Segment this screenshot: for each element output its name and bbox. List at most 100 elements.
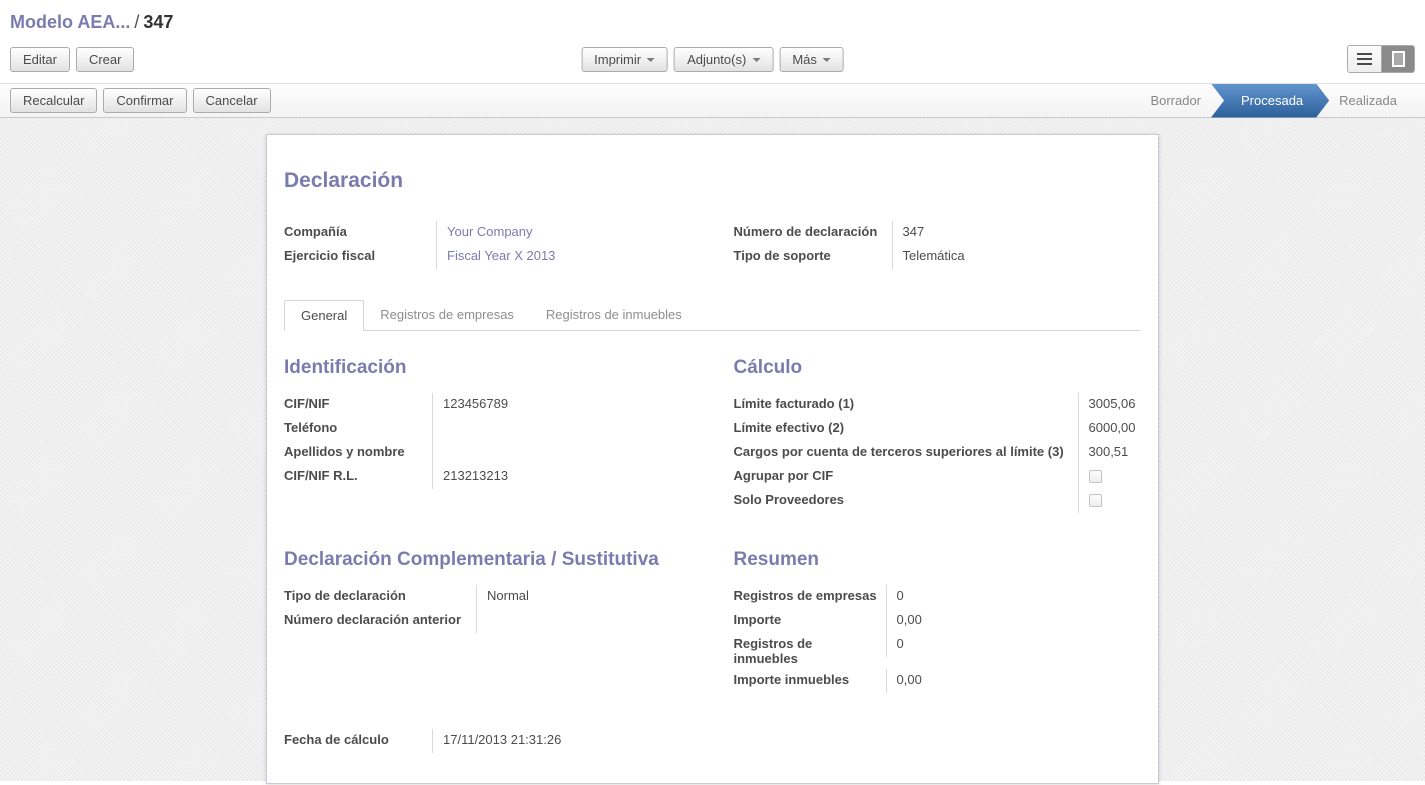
field-label: Ejercicio fiscal — [284, 245, 436, 266]
status-item: Realizada — [1321, 84, 1415, 118]
tab[interactable]: Registros de empresas — [364, 300, 530, 331]
field-row: Tipo de declaración Normal — [284, 585, 692, 609]
field-value: 123456789 — [432, 393, 692, 417]
field-label: Importe inmuebles — [734, 669, 886, 690]
status-item: Procesada — [1211, 84, 1329, 118]
tab-label: Registros de inmuebles — [546, 307, 682, 322]
recalculate-button[interactable]: Recalcular — [10, 88, 97, 113]
checkbox[interactable] — [1089, 494, 1102, 507]
field-value: 0 — [886, 585, 1142, 609]
breadcrumb: Modelo AEA.../347 — [10, 0, 1415, 39]
form-view-button[interactable] — [1381, 46, 1414, 72]
chevron-down-icon — [752, 58, 760, 62]
record-buttons: Editar Crear — [10, 47, 134, 72]
field-value: 0,00 — [886, 669, 1142, 693]
field-value-link[interactable]: Fiscal Year X 2013 — [436, 245, 692, 269]
footer-field-group: Fecha de cálculo 17/11/2013 21:31:26 — [284, 729, 1141, 753]
field-label: Cargos por cuenta de terceros superiores… — [734, 441, 1078, 462]
field-row: Teléfono — [284, 417, 692, 441]
field-value: 0,00 — [886, 609, 1142, 633]
field-value: 6000,00 — [1078, 417, 1142, 441]
field-label: Teléfono — [284, 417, 432, 438]
list-view-button[interactable] — [1348, 46, 1381, 72]
calculation-fields: Límite facturado (1) 3005,06 Límite efec… — [734, 393, 1142, 513]
field-label: Límite facturado (1) — [734, 393, 1078, 414]
complementary-title: Declaración Complementaria / Sustitutiva — [284, 549, 692, 571]
attachments-dropdown-button[interactable]: Adjunto(s) — [674, 47, 773, 72]
tab[interactable]: Registros de inmuebles — [530, 300, 698, 331]
action-button-row: Editar Crear Imprimir Adjunto(s) Más — [10, 39, 1415, 83]
complementary-fields: Tipo de declaración Normal Número declar… — [284, 585, 692, 633]
section-row-1: Identificación CIF/NIF 123456789 Teléfon… — [284, 357, 1141, 513]
field-label: Número de declaración — [734, 221, 892, 242]
field-value: 213213213 — [432, 465, 692, 489]
header-fields: Compañía Your Company Ejercicio fiscal F… — [284, 221, 1141, 269]
page-title: Declaración — [284, 169, 1141, 193]
field-label: CIF/NIF R.L. — [284, 465, 432, 486]
tab-label: General — [301, 308, 347, 323]
form-view-background: Declaración Compañía Your Company Ejerci… — [0, 118, 1425, 781]
more-dropdown-button[interactable]: Más — [779, 47, 844, 72]
calc-date-value: 17/11/2013 21:31:26 — [432, 729, 1141, 753]
field-row: CIF/NIF 123456789 — [284, 393, 692, 417]
field-label: Importe — [734, 609, 886, 630]
field-row: Ejercicio fiscal Fiscal Year X 2013 — [284, 245, 692, 269]
sidebar-buttons: Imprimir Adjunto(s) Más — [581, 47, 844, 72]
field-row: Número declaración anterior — [284, 609, 692, 633]
field-row: Registros de empresas 0 — [734, 585, 1142, 609]
status-label: Procesada — [1241, 93, 1303, 108]
field-value: 3005,06 — [1078, 393, 1142, 417]
field-value — [1078, 465, 1142, 489]
confirm-button[interactable]: Confirmar — [103, 88, 186, 113]
field-row: Solo Proveedores — [734, 489, 1142, 513]
field-row: Cargos por cuenta de terceros superiores… — [734, 441, 1142, 465]
statusbar: Borrador Procesada Realizada — [1132, 84, 1415, 118]
field-row: Límite efectivo (2) 6000,00 — [734, 417, 1142, 441]
field-row: Agrupar por CIF — [734, 465, 1142, 489]
field-row: Importe inmuebles 0,00 — [734, 669, 1142, 693]
field-label: Registros de empresas — [734, 585, 886, 606]
edit-button[interactable]: Editar — [10, 47, 70, 72]
header-right-group: Número de declaración 347 Tipo de soport… — [734, 221, 1142, 269]
breadcrumb-separator: / — [130, 12, 143, 32]
status-label: Realizada — [1339, 93, 1397, 108]
status-item: Borrador — [1132, 84, 1219, 118]
field-row: Registros de inmuebles 0 — [734, 633, 1142, 669]
print-dropdown-button[interactable]: Imprimir — [581, 47, 668, 72]
breadcrumb-current: 347 — [143, 12, 173, 32]
field-label: CIF/NIF — [284, 393, 432, 414]
field-label: Apellidos y nombre — [284, 441, 432, 462]
create-button[interactable]: Crear — [76, 47, 135, 72]
field-label: Registros de inmuebles — [734, 633, 886, 669]
summary-section: Resumen Registros de empresas 0 Importe … — [734, 549, 1142, 693]
field-row: Compañía Your Company — [284, 221, 692, 245]
field-value — [476, 609, 692, 633]
form-sheet: Declaración Compañía Your Company Ejerci… — [266, 134, 1159, 784]
tab[interactable]: General — [284, 300, 364, 331]
complementary-section: Declaración Complementaria / Sustitutiva… — [284, 549, 692, 693]
view-switcher — [1347, 45, 1415, 73]
field-label: Agrupar por CIF — [734, 465, 1078, 486]
identification-fields: CIF/NIF 123456789 Teléfono Apellidos y n… — [284, 393, 692, 489]
list-icon — [1357, 53, 1372, 56]
field-value: Telemática — [892, 245, 1142, 269]
chevron-down-icon — [823, 58, 831, 62]
cancel-button[interactable]: Cancelar — [193, 88, 271, 113]
field-value: 300,51 — [1078, 441, 1142, 465]
header-left-group: Compañía Your Company Ejercicio fiscal F… — [284, 221, 692, 269]
checkbox[interactable] — [1089, 470, 1102, 483]
field-row: CIF/NIF R.L. 213213213 — [284, 465, 692, 489]
breadcrumb-parent-link[interactable]: Modelo AEA... — [10, 12, 130, 32]
identification-section: Identificación CIF/NIF 123456789 Teléfon… — [284, 357, 692, 513]
workflow-toolbar: Recalcular Confirmar Cancelar Borrador P… — [0, 83, 1425, 118]
field-label: Límite efectivo (2) — [734, 417, 1078, 438]
form-icon — [1392, 51, 1405, 67]
section-row-2: Declaración Complementaria / Sustitutiva… — [284, 549, 1141, 693]
top-header: Modelo AEA.../347 Editar Crear Imprimir … — [0, 0, 1425, 83]
field-value: Normal — [476, 585, 692, 609]
field-label: Solo Proveedores — [734, 489, 1078, 510]
field-row: Apellidos y nombre — [284, 441, 692, 465]
field-label: Tipo de declaración — [284, 585, 476, 606]
print-label: Imprimir — [594, 52, 641, 67]
field-value-link[interactable]: Your Company — [436, 221, 692, 245]
